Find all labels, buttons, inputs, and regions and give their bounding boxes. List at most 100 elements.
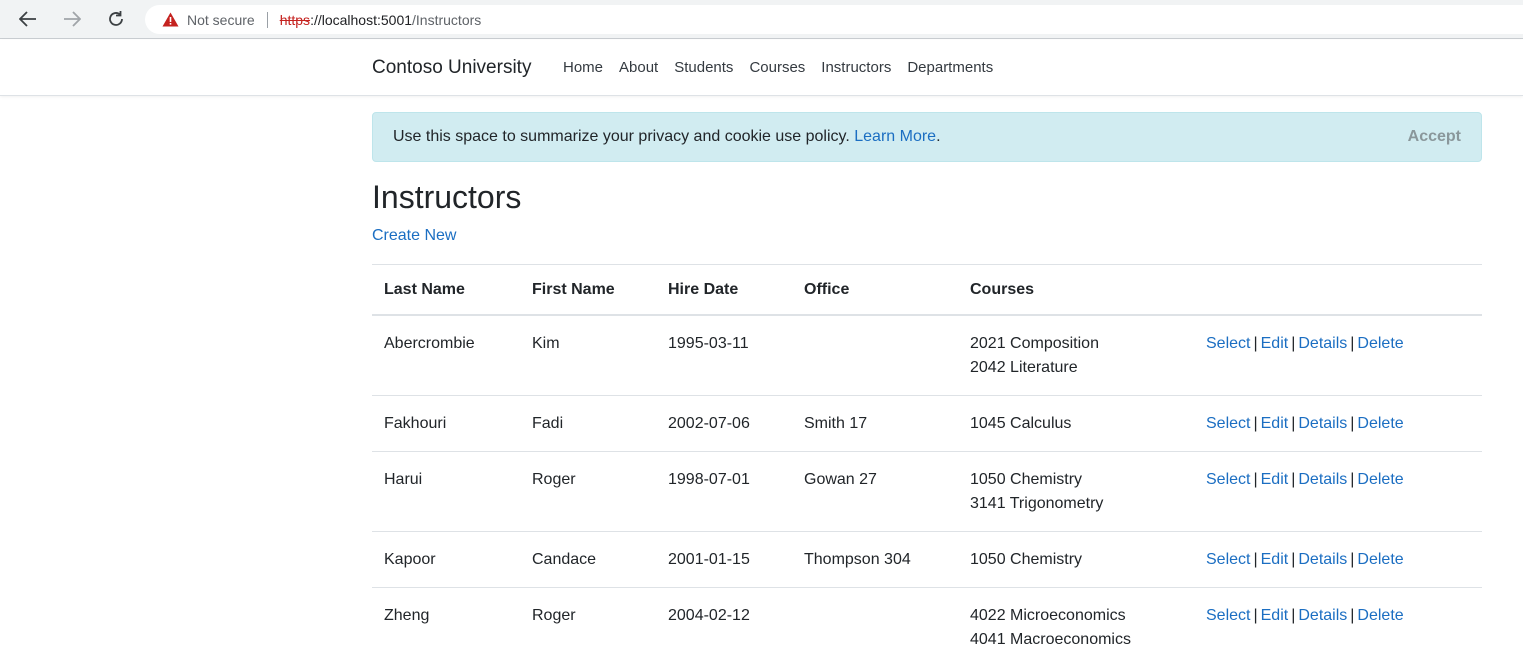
- edit-link[interactable]: Edit: [1261, 335, 1289, 352]
- delete-link[interactable]: Delete: [1357, 607, 1403, 624]
- course-item: 3141 Trigonometry: [970, 495, 1104, 512]
- action-separator: |: [1291, 607, 1296, 624]
- action-separator: |: [1253, 607, 1258, 624]
- course-item: 1050 Chemistry: [970, 551, 1083, 568]
- action-separator: |: [1253, 551, 1258, 568]
- back-arrow-icon[interactable]: [13, 4, 43, 34]
- cell-hire-date: 1995-03-11: [668, 335, 749, 352]
- details-link[interactable]: Details: [1298, 415, 1347, 432]
- action-separator: |: [1350, 607, 1355, 624]
- cell-first-name: Roger: [520, 587, 656, 653]
- url-path: /Instructors: [412, 11, 482, 28]
- cell-last-name: Kapoor: [372, 531, 520, 588]
- cell-last-name: Harui: [372, 451, 520, 532]
- delete-link[interactable]: Delete: [1357, 471, 1403, 488]
- nav-courses[interactable]: Courses: [749, 59, 805, 76]
- nav-students[interactable]: Students: [674, 59, 733, 76]
- cell-hire-date: 2002-07-06: [656, 395, 792, 452]
- header-hire-date: Hire Date: [656, 264, 792, 316]
- create-new-link[interactable]: Create New: [372, 227, 456, 245]
- select-link[interactable]: Select: [1206, 335, 1250, 352]
- details-link[interactable]: Details: [1298, 551, 1347, 568]
- table-row: Abercrombie Kim 1995-03-11 2021 Composition…: [372, 315, 1482, 396]
- select-link[interactable]: Select: [1206, 415, 1250, 432]
- edit-link[interactable]: Edit: [1261, 471, 1289, 488]
- site-navbar: Contoso University Home About Students C…: [0, 40, 1523, 96]
- security-label: Not secure: [187, 11, 255, 28]
- cell-first-name: Fadi: [520, 395, 656, 452]
- cell-hire-date: 2004-02-12: [656, 587, 792, 653]
- action-separator: |: [1253, 471, 1258, 488]
- nav-home[interactable]: Home: [563, 59, 603, 76]
- action-separator: |: [1350, 335, 1355, 352]
- action-separator: |: [1291, 415, 1296, 432]
- select-link[interactable]: Select: [1206, 607, 1250, 624]
- warning-icon: [162, 12, 179, 27]
- cell-first-name: Candace: [520, 531, 656, 588]
- learn-more-link[interactable]: Learn More: [854, 128, 936, 145]
- nav-links: Home About Students Courses Instructors …: [563, 59, 1009, 76]
- accept-button[interactable]: Accept: [1408, 128, 1461, 146]
- nav-about[interactable]: About: [619, 59, 658, 76]
- cell-courses: 1050 Chemistry 3141 Trigonometry: [958, 451, 1194, 532]
- cell-office: Thompson 304: [792, 531, 958, 588]
- forward-arrow-icon[interactable]: [57, 4, 87, 34]
- cell-actions: Select | Edit | Details | Delete: [1194, 587, 1482, 653]
- nav-departments[interactable]: Departments: [907, 59, 993, 76]
- action-separator: |: [1291, 335, 1296, 352]
- edit-link[interactable]: Edit: [1261, 551, 1289, 568]
- edit-link[interactable]: Edit: [1261, 607, 1289, 624]
- cell-office: Smith 17: [792, 395, 958, 452]
- delete-link[interactable]: Delete: [1357, 415, 1403, 432]
- cell-courses: 4022 Microeconomics 4041 Macroeconomics: [958, 587, 1194, 653]
- cell-courses: 1045 Calculus: [958, 395, 1194, 452]
- page-title: Instructors: [372, 179, 522, 215]
- select-link[interactable]: Select: [1206, 471, 1250, 488]
- cell-hire-date: 1998-07-01: [656, 451, 792, 532]
- table-header-row: Last Name First Name Hire Date Office Co…: [372, 264, 1482, 316]
- edit-link[interactable]: Edit: [1261, 415, 1289, 432]
- cell-office: Gowan 27: [792, 451, 958, 532]
- cell-first-name: Roger: [520, 451, 656, 532]
- action-separator: |: [1291, 551, 1296, 568]
- cell-courses: 2021 Composition 2042 Literature: [958, 315, 1194, 396]
- table-row: Harui Roger 1998-07-01 Gowan 27 1050 Chemist…: [372, 451, 1482, 532]
- cell-office: [792, 315, 958, 396]
- table-row: Kapoor Candace 2001-01-15 Thompson 304 1050 …: [372, 531, 1482, 588]
- cell-actions: Select | Edit | Details | Delete: [1194, 315, 1482, 396]
- course-item: 4022 Microeconomics: [970, 607, 1126, 624]
- nav-instructors[interactable]: Instructors: [821, 59, 891, 76]
- action-separator: |: [1350, 471, 1355, 488]
- details-link[interactable]: Details: [1298, 607, 1347, 624]
- brand-link[interactable]: Contoso University: [372, 57, 531, 79]
- cell-courses: 1050 Chemistry: [958, 531, 1194, 588]
- header-courses: Courses: [958, 264, 1194, 316]
- url-host: ://localhost:5001: [310, 11, 413, 28]
- delete-link[interactable]: Delete: [1357, 551, 1403, 568]
- cell-last-name: Fakhouri: [372, 395, 520, 452]
- cell-last-name: Zheng: [372, 587, 520, 653]
- cell-first-name: Kim: [532, 335, 560, 352]
- cell-actions: Select | Edit | Details | Delete: [1194, 395, 1482, 452]
- action-separator: |: [1350, 551, 1355, 568]
- details-link[interactable]: Details: [1298, 471, 1347, 488]
- cell-actions: Select | Edit | Details | Delete: [1194, 451, 1482, 532]
- select-link[interactable]: Select: [1206, 551, 1250, 568]
- action-separator: |: [1253, 335, 1258, 352]
- cell-last-name: Abercrombie: [384, 335, 475, 352]
- course-item: 2021 Composition: [970, 335, 1099, 352]
- url-divider: [266, 11, 268, 28]
- header-actions: [1194, 264, 1482, 316]
- header-last-name: Last Name: [372, 264, 520, 316]
- course-item: 1050 Chemistry: [970, 471, 1083, 488]
- address-bar[interactable]: Not secure https ://localhost:5001 /Inst…: [145, 5, 1523, 34]
- cookie-message-wrap: Use this space to summarize your privacy…: [393, 128, 941, 146]
- browser-toolbar: Not secure https ://localhost:5001 /Inst…: [0, 0, 1523, 39]
- instructors-table: Last Name First Name Hire Date Office Co…: [372, 264, 1482, 653]
- reload-icon[interactable]: [101, 4, 131, 34]
- cookie-consent-banner: Use this space to summarize your privacy…: [372, 112, 1482, 162]
- url-scheme: https: [279, 11, 311, 28]
- cell-hire-date: 2001-01-15: [656, 531, 792, 588]
- details-link[interactable]: Details: [1298, 335, 1347, 352]
- delete-link[interactable]: Delete: [1357, 335, 1403, 352]
